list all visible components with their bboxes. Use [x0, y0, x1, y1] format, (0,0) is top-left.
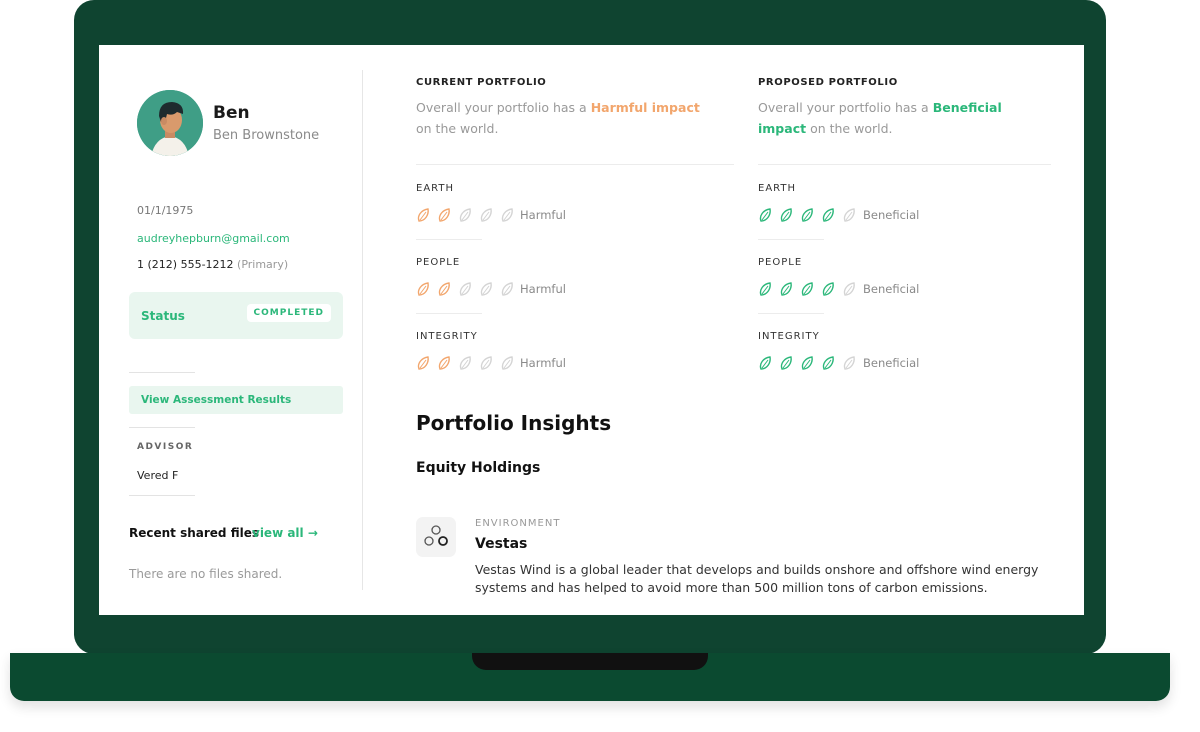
equity-holdings-title: Equity Holdings [416, 460, 541, 476]
laptop-notch [472, 653, 708, 670]
view-assessment-results-button[interactable]: View Assessment Results [129, 386, 343, 414]
proposed-portfolio-summary: Overall your portfolio has a Beneficial … [758, 97, 1058, 139]
summary-prefix: Overall your portfolio has a [416, 100, 587, 115]
profile-name: Ben [213, 103, 250, 123]
holding-description: Vestas Wind is a global leader that deve… [475, 562, 1039, 595]
divider [758, 239, 824, 240]
leaf-icon [480, 356, 492, 370]
leaf-icon [780, 356, 792, 370]
impact-highlight: impact [758, 121, 807, 136]
avatar [137, 90, 203, 156]
leaf-icon [801, 208, 813, 222]
status-label: Status [141, 309, 185, 323]
divider [416, 164, 734, 165]
avatar-illustration [137, 90, 203, 156]
phone-tag: (Primary) [237, 258, 289, 271]
leaf-icon [822, 282, 834, 296]
advisor-heading: ADVISOR [137, 442, 194, 452]
leaf-icon [459, 356, 471, 370]
advisor-name: Vered F [137, 469, 179, 482]
divider [758, 164, 1051, 165]
current-portfolio-heading: CURRENT PORTFOLIO [416, 77, 547, 88]
category-label: PEOPLE [758, 257, 803, 268]
rating-leaves [416, 281, 521, 297]
leaf-icon [801, 282, 813, 296]
rating-leaves [416, 207, 521, 223]
leaf-icon [501, 356, 513, 370]
leaf-icon [480, 282, 492, 296]
rating-leaves [758, 207, 863, 223]
impact-highlight: Harmful impact [590, 100, 700, 115]
profile-sidebar: Ben Ben Brownstone 01/1/1975 audreyhepbu… [99, 45, 362, 615]
impact-highlight: Beneficial [932, 100, 1002, 115]
leaf-icon [843, 282, 855, 296]
status-card: Status COMPLETED [129, 292, 343, 339]
divider [129, 495, 195, 496]
divider [758, 313, 824, 314]
leaf-icon [822, 208, 834, 222]
profile-full-name: Ben Brownstone [213, 128, 320, 143]
recent-files-title: Recent shared files [129, 526, 259, 540]
rating-text: Harmful [520, 208, 566, 222]
leaf-icon [501, 208, 513, 222]
category-label: INTEGRITY [416, 331, 478, 342]
leaf-icon [417, 282, 429, 296]
rating-leaves [758, 355, 863, 371]
leaf-icon [759, 208, 771, 222]
date-of-birth: 01/1/1975 [137, 204, 194, 217]
no-files-message: There are no files shared. [129, 567, 283, 581]
proposed-portfolio-heading: PROPOSED PORTFOLIO [758, 77, 898, 88]
divider [129, 372, 195, 373]
leaf-icon [759, 356, 771, 370]
divider [416, 239, 482, 240]
status-badge: COMPLETED [246, 304, 331, 322]
leaf-icon [480, 208, 492, 222]
category-label: EARTH [416, 183, 455, 194]
leaf-icon [822, 356, 834, 370]
leaf-icon [780, 208, 792, 222]
leaf-icon [759, 282, 771, 296]
rating-text: Beneficial [863, 282, 920, 296]
leaf-icon [801, 356, 813, 370]
leaf-icon [501, 282, 513, 296]
current-portfolio-summary: Overall your portfolio has a Harmful imp… [416, 97, 706, 139]
circles-icon [416, 517, 456, 557]
summary-prefix: Overall your portfolio has a [758, 100, 929, 115]
divider [129, 427, 195, 428]
rating-text: Harmful [520, 356, 566, 370]
laptop-screen: Ben Ben Brownstone 01/1/1975 audreyhepbu… [99, 45, 1084, 615]
divider [416, 313, 482, 314]
rating-text: Beneficial [863, 208, 920, 222]
leaf-icon [843, 356, 855, 370]
leaf-icon [438, 356, 450, 370]
leaf-icon [417, 356, 429, 370]
leaf-icon [459, 208, 471, 222]
leaf-icon [438, 208, 450, 222]
leaf-icon [459, 282, 471, 296]
leaf-icon [417, 208, 429, 222]
category-label: INTEGRITY [758, 331, 820, 342]
portfolio-insights-title: Portfolio Insights [416, 411, 612, 435]
category-label: EARTH [758, 183, 797, 194]
rating-leaves [416, 355, 521, 371]
leaf-icon [438, 282, 450, 296]
rating-leaves [758, 281, 863, 297]
category-label: PEOPLE [416, 257, 461, 268]
phone-number: 1 (212) 555-1212 (Primary) [137, 258, 288, 271]
email-link[interactable]: audreyhepburn@gmail.com [137, 232, 290, 245]
holding-category: ENVIRONMENT [475, 518, 561, 529]
rating-text: Harmful [520, 282, 566, 296]
summary-suffix: on the world. [810, 121, 893, 136]
view-all-link[interactable]: view all → [252, 526, 318, 540]
leaf-icon [780, 282, 792, 296]
rating-text: Beneficial [863, 356, 920, 370]
summary-suffix: on the world. [416, 121, 499, 136]
holding-name[interactable]: Vestas [475, 536, 527, 552]
leaf-icon [843, 208, 855, 222]
phone-value: 1 (212) 555-1212 [137, 258, 234, 271]
sidebar-divider [362, 70, 363, 590]
